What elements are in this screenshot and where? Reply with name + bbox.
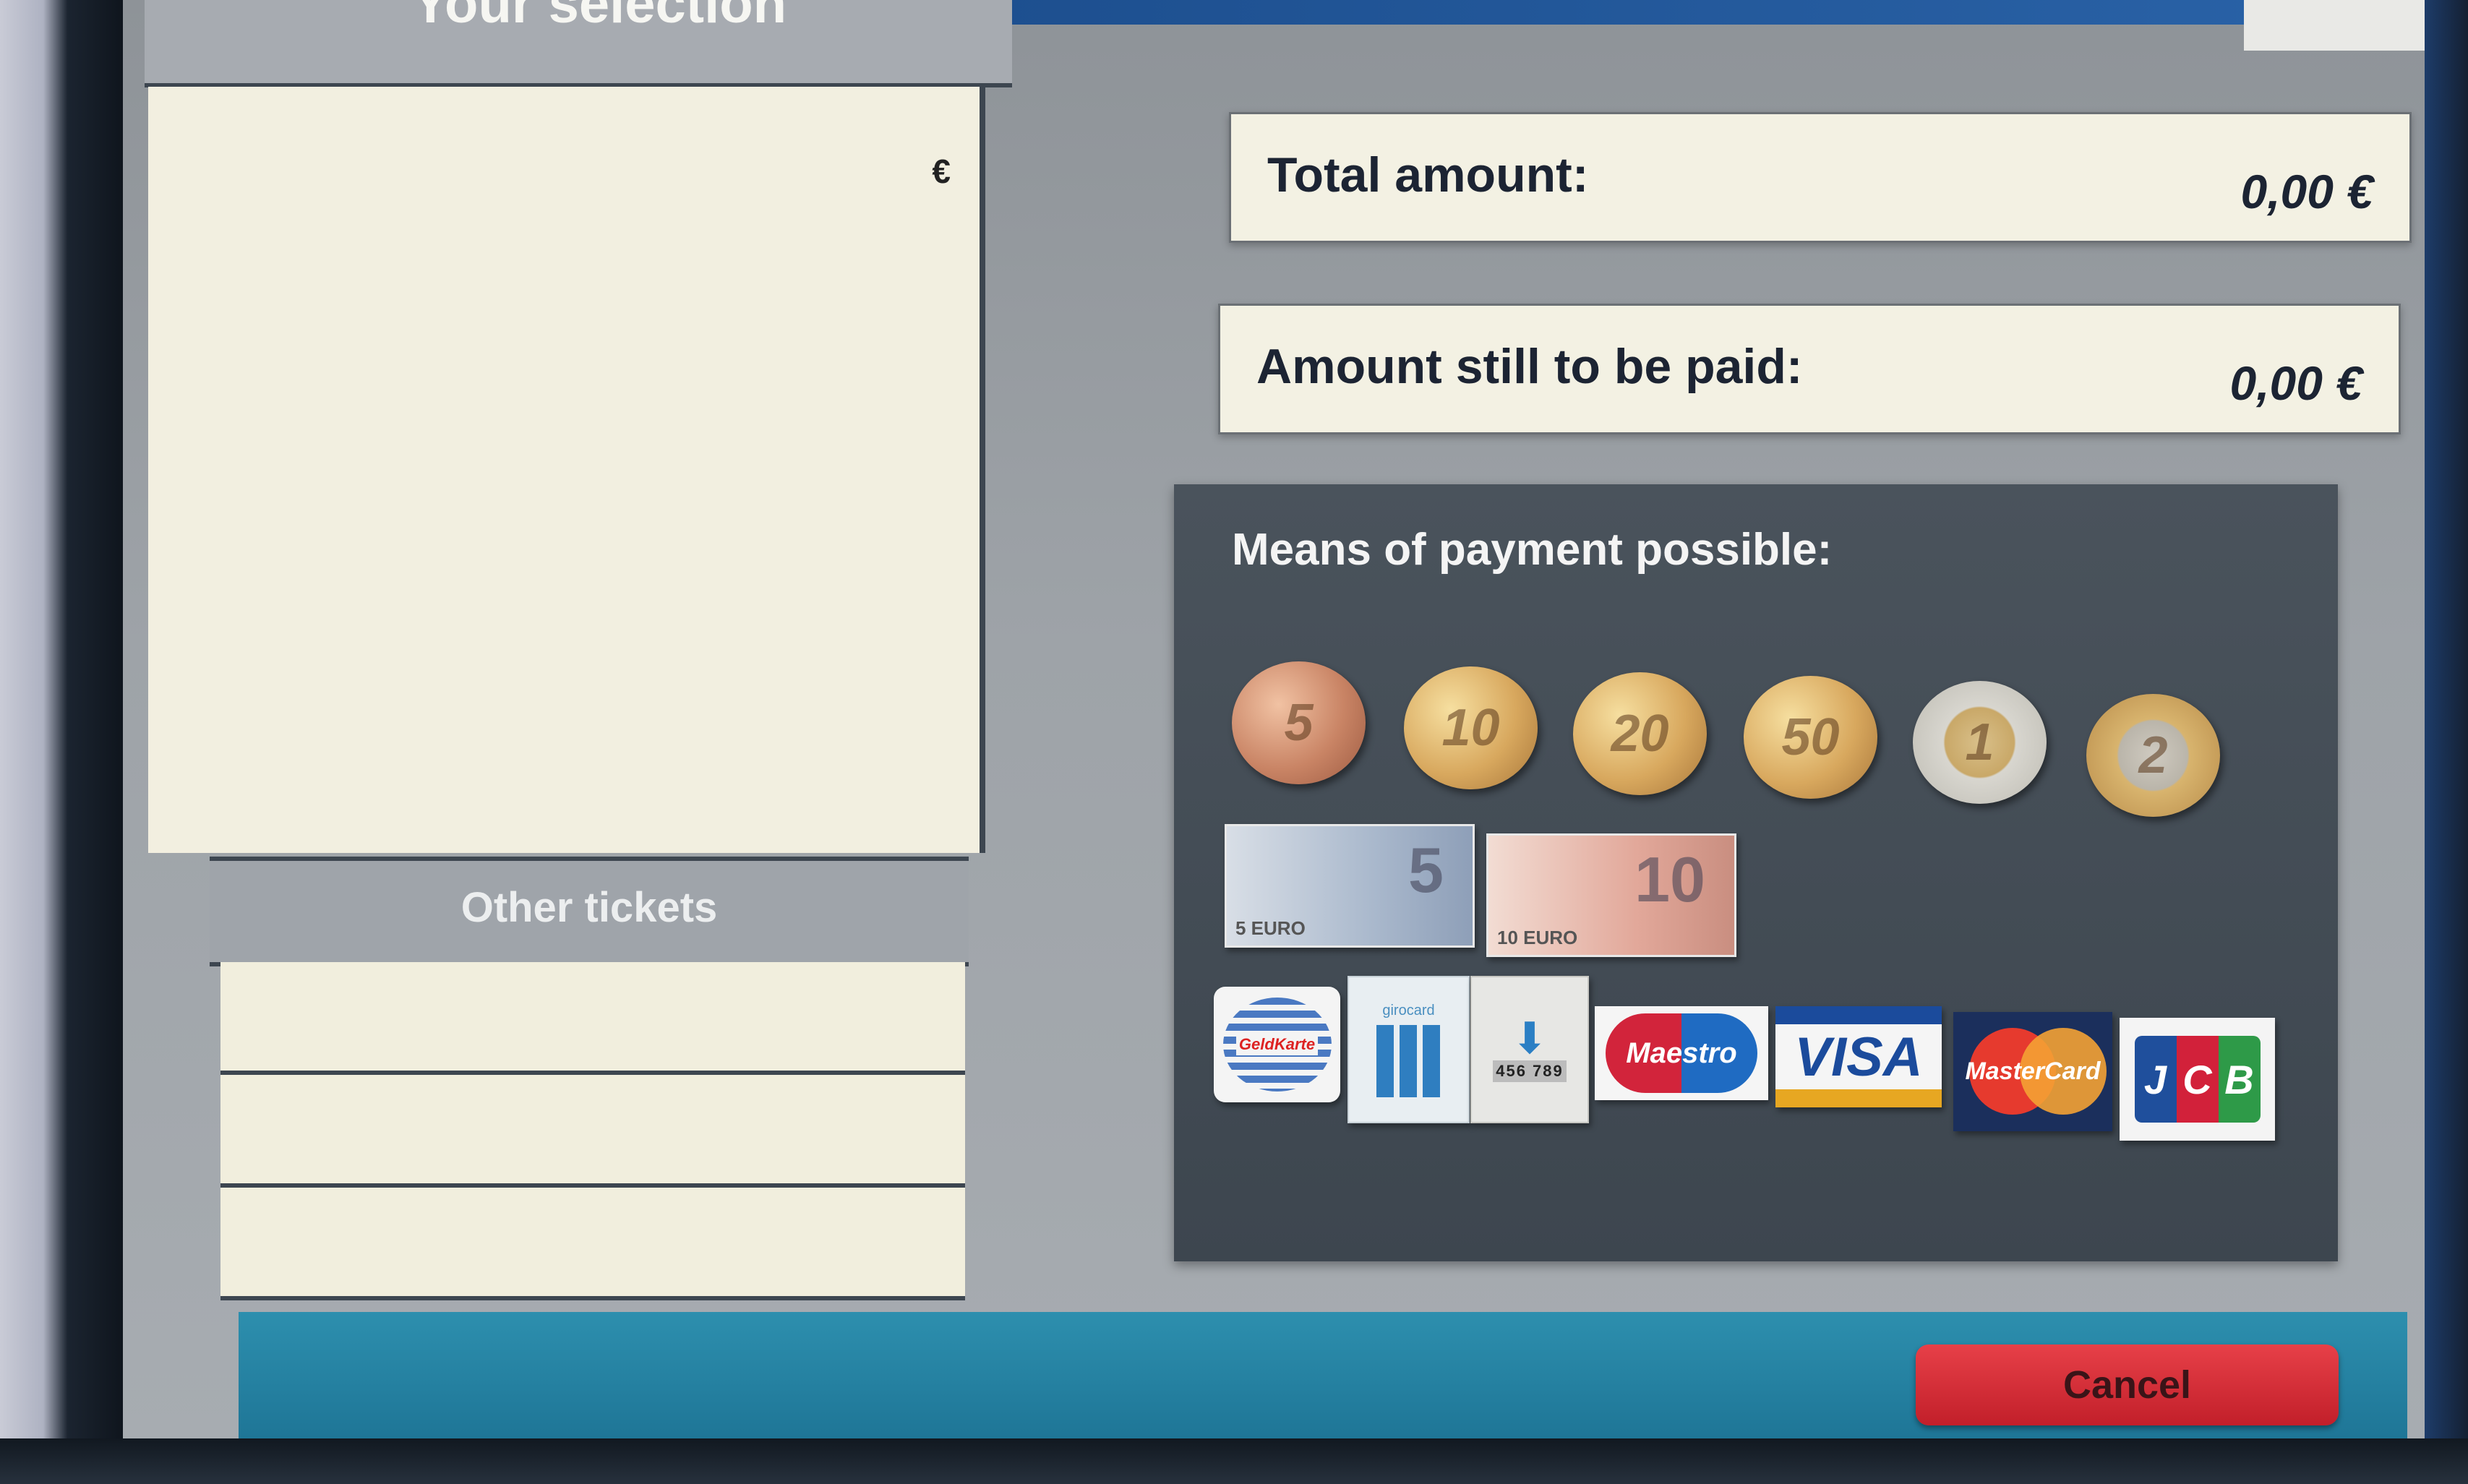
total-amount-box: Total amount: 0,00 € bbox=[1229, 112, 2412, 243]
arrow-down-icon: ⬇ bbox=[1511, 1014, 1548, 1063]
5-euro-note-icon: 5 5 EURO bbox=[1225, 824, 1475, 948]
other-tickets-label: Other tickets bbox=[460, 884, 718, 931]
coin-label: 20 bbox=[1611, 705, 1669, 763]
total-amount-value: 0,00 € bbox=[2240, 165, 2374, 218]
20-cent-coin-icon: 20 bbox=[1573, 672, 1707, 795]
corner-sticker bbox=[2244, 0, 2425, 51]
other-ticket-row-3[interactable] bbox=[220, 1188, 965, 1300]
note-caption: 10 EURO bbox=[1497, 927, 1578, 948]
selection-header: Your selection bbox=[145, 0, 1012, 87]
girocard-icon: girocard bbox=[1347, 976, 1470, 1123]
coin-label: 2 bbox=[2138, 726, 2168, 784]
ec-terminal-icon: ⬇ 456 789 bbox=[1470, 976, 1589, 1123]
visa-icon: VISA bbox=[1775, 1006, 1942, 1107]
device-bezel-bottom bbox=[0, 1438, 2468, 1484]
10-cent-coin-icon: 10 bbox=[1404, 666, 1538, 789]
other-ticket-row-1[interactable] bbox=[220, 962, 965, 1075]
note-value: 10 bbox=[1634, 844, 1705, 915]
mastercard-icon: MasterCard bbox=[1953, 1012, 2112, 1131]
geldkarte-logo: GeldKarte bbox=[1222, 998, 1332, 1091]
jcb-letter: B bbox=[2218, 1036, 2261, 1123]
girocard-keypad bbox=[1376, 1024, 1441, 1097]
coin-label: 5 bbox=[1284, 694, 1314, 752]
mastercard-label: MasterCard bbox=[1965, 1058, 2101, 1085]
jcb-letter: J bbox=[2134, 1036, 2177, 1123]
top-strip bbox=[990, 0, 2407, 25]
other-ticket-row-2[interactable] bbox=[220, 1075, 965, 1188]
10-euro-note-icon: 10 10 EURO bbox=[1486, 833, 1736, 957]
note-value: 5 bbox=[1408, 834, 1444, 906]
coin-label: 50 bbox=[1781, 708, 1840, 766]
girocard-label: girocard bbox=[1382, 1002, 1435, 1018]
maestro-logo: Maestro bbox=[1606, 1013, 1757, 1093]
maestro-icon: Maestro bbox=[1595, 1006, 1768, 1100]
remaining-amount-value: 0,00 € bbox=[2229, 356, 2363, 410]
selection-currency: € bbox=[932, 153, 951, 190]
ticket-machine-screen: Your selection € Other tickets Total amo… bbox=[123, 0, 2425, 1442]
visa-label: VISA bbox=[1794, 1026, 1923, 1088]
cancel-button[interactable]: Cancel bbox=[1916, 1344, 2339, 1425]
coin-label: 1 bbox=[1965, 713, 1994, 771]
selection-panel: € bbox=[148, 87, 985, 853]
1-euro-coin-icon: 1 bbox=[1913, 681, 2047, 804]
5-cent-coin-icon: 5 bbox=[1232, 661, 1366, 784]
geldkarte-label: GeldKarte bbox=[1235, 1034, 1319, 1055]
remaining-amount-label: Amount still to be paid: bbox=[1256, 339, 1803, 394]
payment-means-title: Means of payment possible: bbox=[1232, 525, 1833, 575]
device-bezel-left bbox=[0, 0, 123, 1484]
payment-means-panel: Means of payment possible: 5 10 20 50 1 … bbox=[1174, 484, 2338, 1261]
jcb-icon: J C B bbox=[2120, 1018, 2275, 1141]
2-euro-coin-icon: 2 bbox=[2086, 694, 2220, 817]
remaining-amount-box: Amount still to be paid: 0,00 € bbox=[1218, 304, 2401, 434]
coin-label: 10 bbox=[1441, 699, 1500, 757]
other-tickets-header: Other tickets bbox=[210, 857, 969, 966]
50-cent-coin-icon: 50 bbox=[1744, 676, 1877, 799]
jcb-logo: J C B bbox=[2134, 1036, 2261, 1123]
jcb-letter: C bbox=[2176, 1036, 2219, 1123]
geldkarte-icon: GeldKarte bbox=[1214, 987, 1340, 1102]
bottom-action-bar: Cancel bbox=[239, 1312, 2407, 1442]
selection-header-label: Your selection bbox=[412, 0, 787, 35]
note-caption: 5 EURO bbox=[1235, 917, 1306, 939]
maestro-label: Maestro bbox=[1626, 1037, 1737, 1069]
total-amount-label: Total amount: bbox=[1267, 147, 1589, 202]
ec-keys: 456 789 bbox=[1493, 1060, 1567, 1082]
device-bezel-right bbox=[2425, 0, 2468, 1484]
